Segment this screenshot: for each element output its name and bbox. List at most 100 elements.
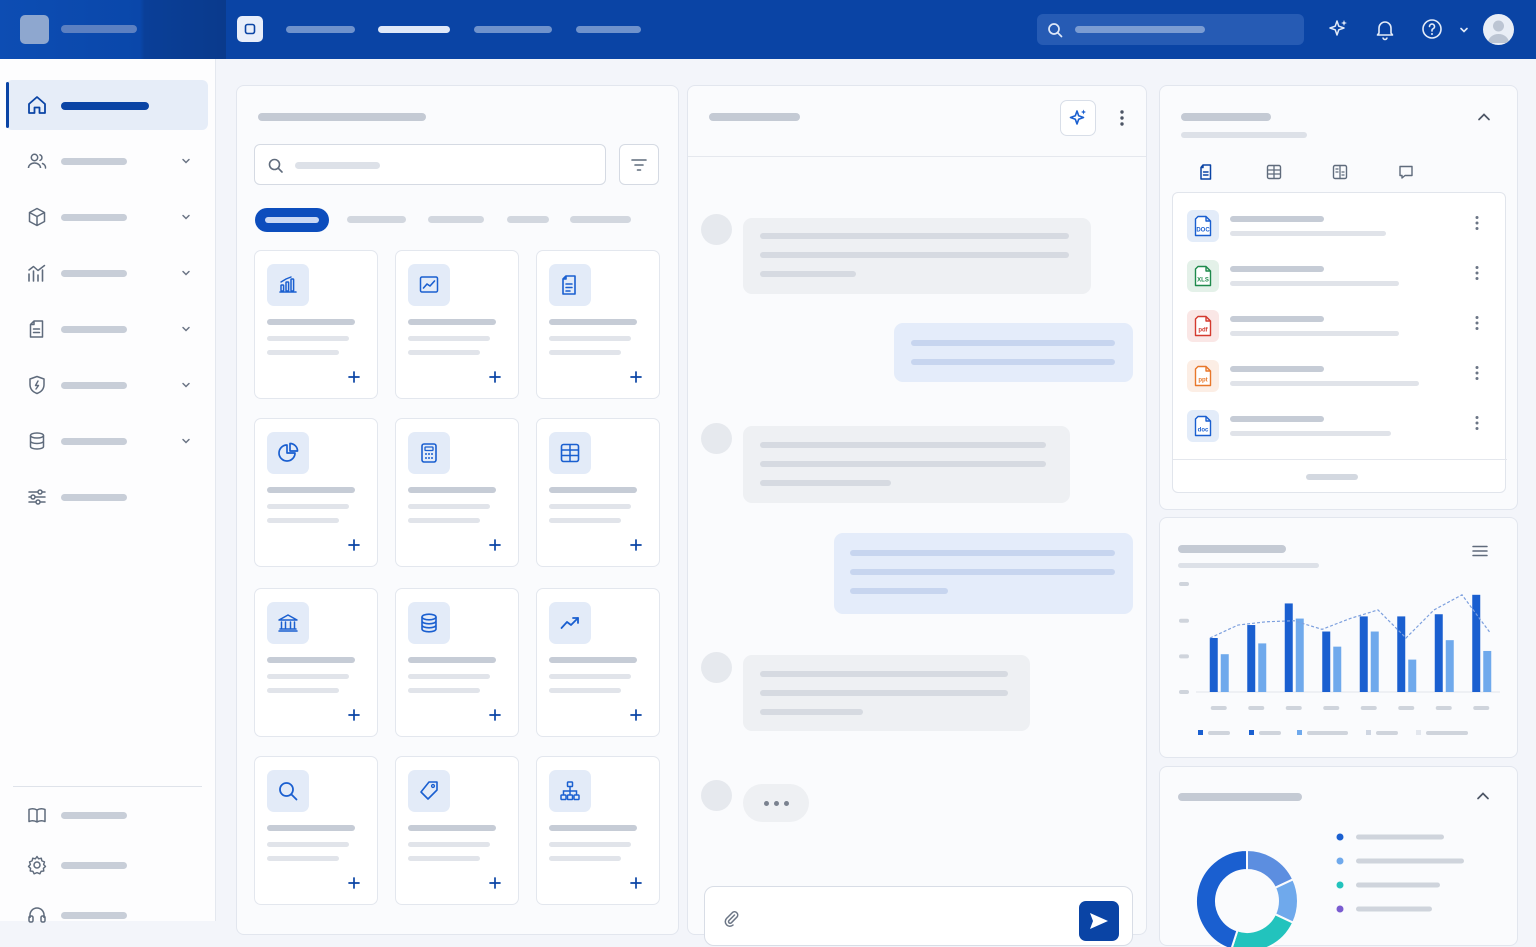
more-vertical-icon[interactable] <box>1118 108 1126 128</box>
sidebar-item-documents[interactable] <box>6 304 208 354</box>
widget-search-input[interactable] <box>254 144 606 185</box>
widget-card[interactable] <box>254 250 378 399</box>
global-search-input[interactable] <box>1037 14 1304 45</box>
widget-card[interactable] <box>536 588 660 737</box>
widget-card[interactable] <box>536 756 660 905</box>
sidebar-item-docs[interactable] <box>6 790 208 840</box>
file-type-badge: pdf <box>1187 310 1219 342</box>
brand-name <box>61 25 137 33</box>
file-name <box>1230 266 1324 272</box>
chevron-down-icon <box>182 214 190 220</box>
layout-icon <box>1332 164 1348 180</box>
nav-tab-4[interactable] <box>576 26 641 33</box>
cube-icon <box>28 207 46 227</box>
sidebar-item-home[interactable] <box>6 80 208 130</box>
legend-swatch <box>1366 730 1371 735</box>
bell-icon[interactable] <box>1373 17 1397 41</box>
more-vertical-icon[interactable] <box>1473 214 1481 232</box>
add-widget-button[interactable] <box>629 876 643 890</box>
file-row[interactable]: ppt <box>1173 358 1507 408</box>
more-vertical-icon[interactable] <box>1473 264 1481 282</box>
add-widget-button[interactable] <box>347 370 361 384</box>
message-composer[interactable] <box>704 886 1133 946</box>
file-row[interactable]: pdf <box>1173 308 1507 358</box>
help-circle-icon[interactable] <box>1420 17 1444 41</box>
add-widget-button[interactable] <box>629 538 643 552</box>
widget-card[interactable] <box>536 250 660 399</box>
add-widget-button[interactable] <box>347 538 361 552</box>
view-all-link[interactable] <box>1306 474 1358 480</box>
nav-tab-3[interactable] <box>474 26 552 33</box>
file-type-badge: DOC <box>1187 210 1219 242</box>
more-vertical-icon[interactable] <box>1473 414 1481 432</box>
database-icon <box>29 432 45 450</box>
sidebar-item-products[interactable] <box>6 192 208 242</box>
widget-title <box>267 825 355 831</box>
more-vertical-icon[interactable] <box>1473 314 1481 332</box>
filter-button[interactable] <box>619 144 659 185</box>
widget-card[interactable] <box>395 418 519 567</box>
tab-comments[interactable] <box>1382 163 1430 191</box>
widget-card[interactable] <box>254 756 378 905</box>
send-button[interactable] <box>1079 901 1119 941</box>
nav-tab-1[interactable] <box>286 26 355 33</box>
widget-card[interactable] <box>254 418 378 567</box>
add-widget-button[interactable] <box>629 708 643 722</box>
chevron-down-icon[interactable] <box>1458 25 1470 35</box>
file-name <box>1230 416 1324 422</box>
widget-icon-tile <box>267 602 309 644</box>
sidebar-item-analytics[interactable] <box>6 248 208 298</box>
widget-card[interactable] <box>395 588 519 737</box>
legend-swatch <box>1249 730 1254 735</box>
add-widget-button[interactable] <box>488 538 502 552</box>
logo[interactable] <box>20 15 49 44</box>
category-chip[interactable] <box>347 216 406 223</box>
chevron-up-icon[interactable] <box>1476 110 1492 124</box>
ai-assist-button[interactable] <box>1060 100 1096 136</box>
add-widget-button[interactable] <box>488 370 502 384</box>
user-avatar[interactable] <box>1483 14 1514 45</box>
add-widget-button[interactable] <box>629 370 643 384</box>
nav-tab-2[interactable] <box>378 26 450 33</box>
paperclip-icon[interactable] <box>722 909 740 927</box>
more-vertical-icon[interactable] <box>1473 364 1481 382</box>
file-row[interactable]: doc <box>1173 408 1507 458</box>
category-chip[interactable] <box>570 216 631 223</box>
sidebar-item-label <box>61 326 127 333</box>
app-switcher-button[interactable] <box>237 16 263 42</box>
file-row[interactable]: XLS <box>1173 258 1507 308</box>
add-widget-button[interactable] <box>488 708 502 722</box>
legend-label <box>1426 731 1468 735</box>
doc-file-icon: doc <box>1194 415 1212 437</box>
widget-card[interactable] <box>395 250 519 399</box>
sidebar-item-settings[interactable] <box>6 840 208 890</box>
category-chip[interactable] <box>428 216 484 223</box>
legend-label <box>1356 906 1432 912</box>
widget-title <box>408 825 496 831</box>
sidebar-item-label <box>61 102 149 110</box>
tab-documents[interactable] <box>1180 163 1234 196</box>
category-chip[interactable] <box>507 216 549 223</box>
bar <box>1434 614 1443 692</box>
sidebar-item-security[interactable] <box>6 360 208 410</box>
sparkle-icon[interactable] <box>1326 17 1350 41</box>
widget-card[interactable] <box>395 756 519 905</box>
x-tick-label <box>1323 706 1340 710</box>
widget-card[interactable] <box>536 418 660 567</box>
sidebar-item-users[interactable] <box>6 136 208 186</box>
file-row[interactable]: DOC <box>1173 208 1507 258</box>
sidebar-item-database[interactable] <box>6 416 208 466</box>
panel-title <box>1181 113 1271 121</box>
tab-tables[interactable] <box>1250 163 1298 191</box>
category-chip-all[interactable] <box>255 208 329 232</box>
add-widget-button[interactable] <box>347 708 361 722</box>
add-widget-button[interactable] <box>347 876 361 890</box>
add-widget-button[interactable] <box>488 876 502 890</box>
sidebar-item-preferences[interactable] <box>6 472 208 522</box>
tab-layouts[interactable] <box>1316 163 1364 191</box>
widget-card[interactable] <box>254 588 378 737</box>
pdf-file-icon: pdf <box>1194 315 1212 337</box>
donut-chart-panel <box>1159 766 1518 947</box>
legend-label <box>1356 834 1444 840</box>
sidebar-item-support[interactable] <box>6 890 208 940</box>
